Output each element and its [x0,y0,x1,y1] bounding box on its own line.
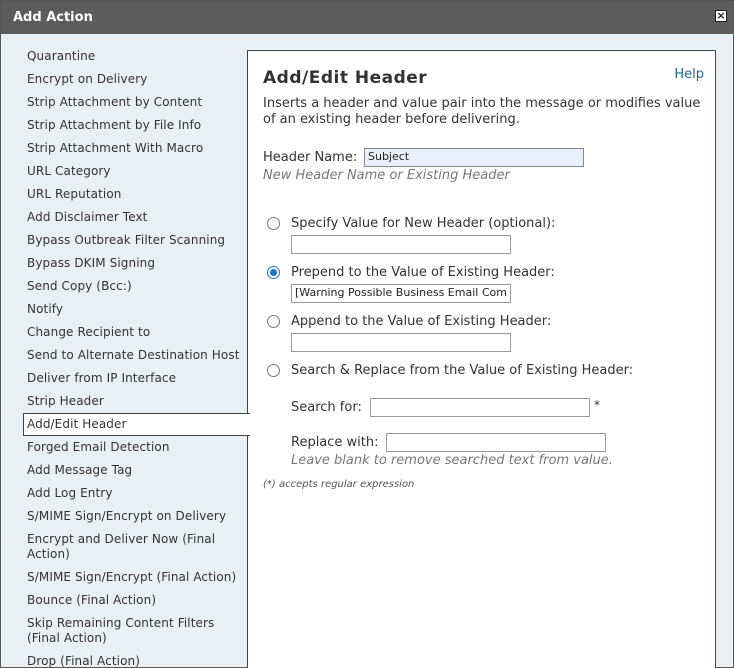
sidebar-item[interactable]: Strip Attachment With Macro [9,137,249,160]
header-name-input[interactable]: Subject [364,148,584,167]
sidebar-item[interactable]: Quarantine [9,45,249,68]
sidebar-item[interactable]: Strip Header [9,390,249,413]
sidebar-item[interactable]: Add/Edit Header [23,413,250,436]
append-value-input[interactable] [291,333,511,352]
sidebar-item[interactable]: Bypass DKIM Signing [9,252,249,275]
sidebar-item[interactable]: Change Recipient to [9,321,249,344]
header-name-label: Header Name: [263,150,358,165]
sidebar-item[interactable]: URL Reputation [9,183,249,206]
sidebar-item[interactable]: Encrypt on Delivery [9,68,249,91]
close-icon[interactable]: × [715,10,727,22]
specify-value-label: Specify Value for New Header (optional): [291,216,556,231]
panel-title: Add/Edit Header [263,68,428,88]
sidebar-item[interactable]: Strip Attachment by Content [9,91,249,114]
sidebar-item[interactable]: Drop (Final Action) [9,650,249,668]
panel-description: Inserts a header and value pair into the… [263,96,701,127]
dialog-titlebar: Add Action × [1,1,733,34]
append-value-label: Append to the Value of Existing Header: [291,314,552,329]
sidebar-item[interactable]: Send Copy (Bcc:) [9,275,249,298]
search-replace-label: Search & Replace from the Value of Exist… [291,363,634,378]
sidebar-item[interactable]: Forged Email Detection [9,436,249,459]
sidebar-item[interactable]: Deliver from IP Interface [9,367,249,390]
replace-with-label: Replace with: [291,435,379,450]
help-link[interactable]: Help [674,67,704,82]
search-for-input[interactable] [370,398,590,417]
dialog-title: Add Action [13,10,93,25]
append-value-radio[interactable] [267,315,280,328]
specify-value-input[interactable] [291,235,511,254]
prepend-value-radio[interactable] [267,266,280,279]
regex-note: (*) accepts regular expression [263,479,415,490]
sidebar-item[interactable]: Strip Attachment by File Info [9,114,249,137]
action-list: Quarantine Encrypt on Delivery Strip Attac… [9,45,250,668]
add-edit-header-panel: Add/Edit Header Help Inserts a header an… [247,50,716,668]
sidebar-item[interactable]: S/MIME Sign/Encrypt on Delivery [9,505,249,528]
search-replace-radio[interactable] [267,364,280,377]
header-name-hint: New Header Name or Existing Header [263,168,510,183]
sidebar-item[interactable]: Add Disclaimer Text [9,206,249,229]
replace-with-input[interactable] [386,433,606,452]
sidebar-item[interactable]: URL Category [9,160,249,183]
regex-asterisk: * [594,398,600,412]
replace-with-hint: Leave blank to remove searched text from… [291,453,613,468]
prepend-value-input[interactable]: [Warning Possible Business Email Com [291,284,511,303]
sidebar-item[interactable]: Bounce (Final Action) [9,589,249,612]
specify-value-radio[interactable] [267,217,280,230]
prepend-value-label: Prepend to the Value of Existing Header: [291,265,555,280]
sidebar-item[interactable]: Add Log Entry [9,482,249,505]
search-for-label: Search for: [291,400,362,415]
sidebar-item[interactable]: Skip Remaining Content Filters (Final Ac… [9,612,249,650]
sidebar-item[interactable]: Encrypt and Deliver Now (Final Action) [9,528,249,566]
sidebar-item[interactable]: Bypass Outbreak Filter Scanning [9,229,249,252]
sidebar-item[interactable]: Notify [9,298,249,321]
add-action-dialog: Add Action × Quarantine Encrypt on Delive… [0,0,734,668]
sidebar-item[interactable]: Send to Alternate Destination Host [9,344,249,367]
sidebar-item[interactable]: Add Message Tag [9,459,249,482]
sidebar-item[interactable]: S/MIME Sign/Encrypt (Final Action) [9,566,249,589]
